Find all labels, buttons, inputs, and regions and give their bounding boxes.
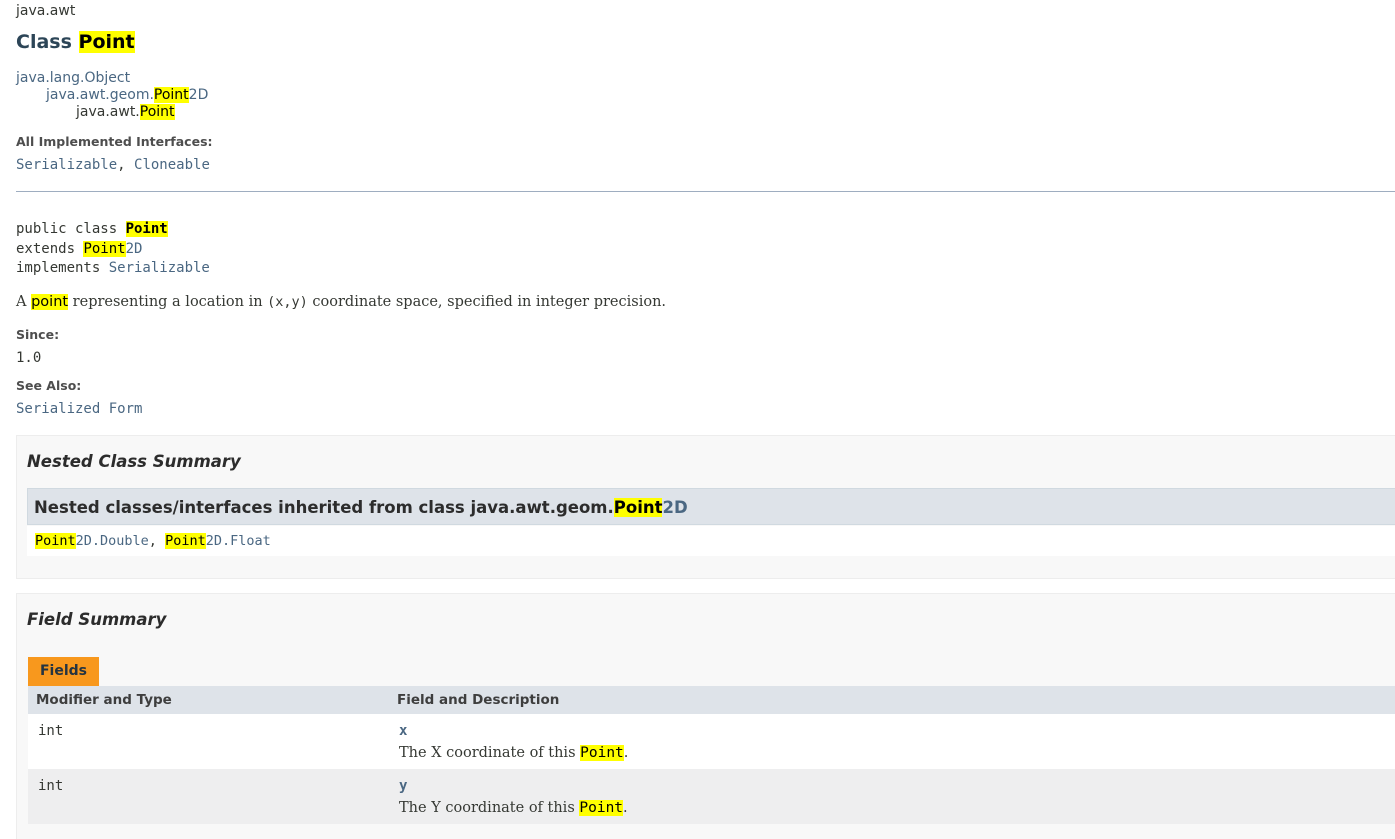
see-also-serialized-form-link[interactable]: Serialized Form (16, 401, 142, 417)
class-title-name: Point (78, 31, 135, 53)
divider (16, 191, 1395, 192)
inherit-l2-suffix: 2D (188, 87, 209, 103)
interface-link-serializable[interactable]: Serializable (16, 157, 117, 173)
field-link-y[interactable]: y (399, 778, 407, 794)
inherit-l3-hl: Point (139, 104, 175, 120)
since-label: Since: (16, 327, 60, 342)
sig-superclass-suffix: 2D (125, 240, 143, 257)
interfaces-separator: , (117, 157, 135, 173)
nested-item2-hl: Point (165, 533, 206, 549)
table-row: int x The X coordinate of this Point. (28, 714, 1395, 769)
field-desc-hl: Point (580, 745, 624, 761)
field-summary-title: Field Summary (27, 610, 167, 629)
class-title-prefix: Class (16, 31, 79, 53)
table-row: int y The Y coordinate of this Point. (28, 769, 1395, 824)
field-summary: Field Summary Fields Modifier and Type F… (16, 593, 1395, 839)
nested-item1-hl: Point (35, 533, 76, 549)
signature-line-3: implements Serializable (16, 259, 210, 279)
nested-inherited-list: Point2D.Double, Point2D.Float (27, 526, 1395, 556)
field-link-x[interactable]: x (399, 723, 407, 739)
field-description: The Y coordinate of this Point. (399, 800, 628, 816)
signature-line-2: extends Point2D (16, 240, 210, 260)
nested-inherited-suffix: 2D (662, 498, 688, 517)
package-label: java.awt (16, 3, 76, 19)
javadoc-page: java.awt Class Point java.lang.Object ja… (0, 3, 1395, 839)
inherit-l2-prefix: java.awt.geom. (46, 87, 154, 103)
inheritance-tree: java.lang.Object java.awt.geom.Point2D j… (16, 70, 1395, 121)
nested-link-point2d-float[interactable]: Point2D.Float (165, 533, 271, 549)
since-value: 1.0 (16, 350, 42, 366)
sig-public-class: public class (16, 221, 126, 237)
fields-table-header: Modifier and Type Field and Description (28, 686, 1395, 714)
signature-line-1: public class Point (16, 220, 210, 240)
sig-extends: extends (16, 240, 84, 257)
col-modifier-and-type: Modifier and Type (36, 692, 172, 708)
class-description: A point representing a location in (x,y)… (16, 293, 666, 311)
sig-superclass-link[interactable]: Point2D (83, 240, 143, 257)
nested-inherited-prefix: Nested classes/interfaces inherited from… (34, 498, 614, 517)
nested-inherited-hl: Point (613, 498, 663, 517)
nested-inherited-link[interactable]: Point2D (613, 498, 688, 517)
field-description: The X coordinate of this Point. (399, 745, 628, 761)
col-field-and-description: Field and Description (397, 692, 560, 708)
interface-link-cloneable[interactable]: Cloneable (134, 157, 210, 173)
inherit-link-object[interactable]: java.lang.Object (16, 70, 130, 86)
desc-middle: representing a location in (68, 294, 268, 310)
inherit-l3-prefix: java.awt. (76, 104, 140, 120)
sig-implements: implements (16, 260, 109, 276)
nested-item1-rest: 2D.Double (75, 533, 149, 549)
desc-suffix: coordinate space, specified in integer p… (307, 294, 667, 310)
class-title: Class Point (16, 30, 1395, 54)
sig-class-name: Point (125, 221, 168, 237)
field-type: int (38, 723, 64, 739)
desc-hl: point (31, 294, 69, 310)
sig-superclass-hl: Point (83, 240, 126, 257)
see-also-label: See Also: (16, 378, 82, 393)
nested-class-summary-title: Nested Class Summary (27, 452, 241, 471)
interfaces-list: Serializable, Cloneable (16, 156, 1395, 174)
desc-code: (x,y) (267, 294, 308, 310)
interfaces-label: All Implemented Interfaces: (16, 134, 213, 149)
nested-class-summary: Nested Class Summary Nested classes/inte… (16, 435, 1395, 579)
field-desc-suffix: . (623, 745, 629, 761)
nested-link-point2d-double[interactable]: Point2D.Double (35, 533, 149, 549)
nested-separator: , (148, 533, 166, 549)
sig-interface-link[interactable]: Serializable (109, 260, 210, 276)
field-desc-suffix: . (623, 800, 628, 816)
field-desc-prefix: The Y coordinate of this (399, 800, 580, 816)
nested-item2-rest: 2D.Float (205, 533, 271, 549)
inherit-current-class: java.awt.Point (16, 104, 1395, 121)
field-desc-hl: Point (579, 800, 624, 816)
desc-prefix: A (16, 294, 32, 310)
field-type: int (38, 778, 64, 794)
inherit-l2-hl: Point (153, 87, 189, 103)
tab-fields[interactable]: Fields (28, 657, 99, 686)
field-desc-prefix: The X coordinate of this (399, 745, 581, 761)
inherit-link-point2d[interactable]: java.awt.geom.Point2D (46, 87, 208, 103)
class-signature: public class Point extends Point2D imple… (16, 220, 210, 279)
nested-inherited-header: Nested classes/interfaces inherited from… (27, 488, 1395, 525)
